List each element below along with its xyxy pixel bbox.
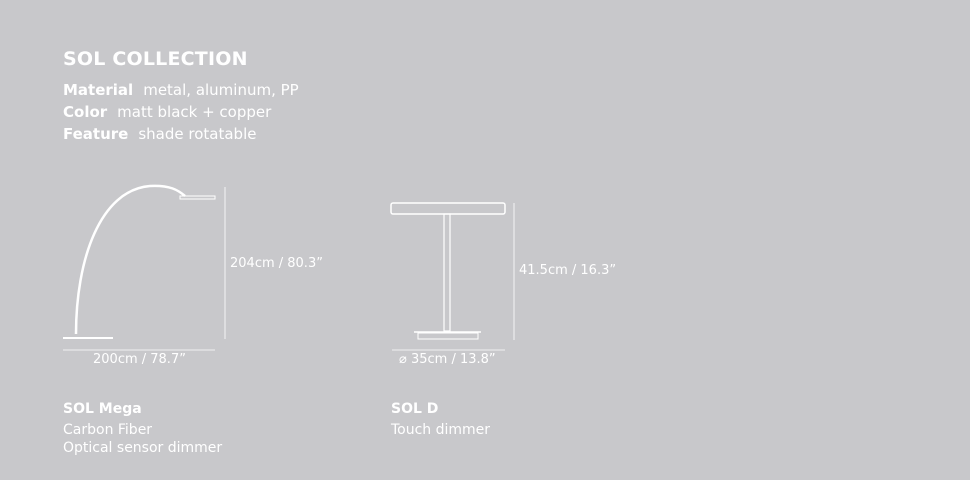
mega-desc-1: Carbon Fiber (63, 422, 153, 438)
mega-arc (74, 184, 186, 335)
mega-base (63, 337, 113, 339)
mega-name: SOL Mega (63, 401, 142, 417)
lamp-drawings (63, 184, 515, 351)
sol-mega-drawing (63, 184, 226, 351)
sol-d-drawing (390, 202, 515, 351)
d-stem (443, 213, 451, 332)
mega-height-label: 204cm / 80.3” (230, 256, 323, 271)
mega-width-label: 200cm / 78.7” (93, 352, 186, 367)
mega-desc-2: Optical sensor dimmer (63, 440, 223, 456)
d-base (417, 332, 479, 340)
d-height-label: 41.5cm / 16.3” (519, 263, 617, 278)
mega-shade (179, 195, 216, 200)
d-desc-1: Touch dimmer (391, 422, 491, 438)
d-width-label: ⌀ 35cm / 13.8” (399, 352, 496, 367)
d-shade (390, 202, 506, 215)
d-name: SOL D (391, 401, 439, 417)
